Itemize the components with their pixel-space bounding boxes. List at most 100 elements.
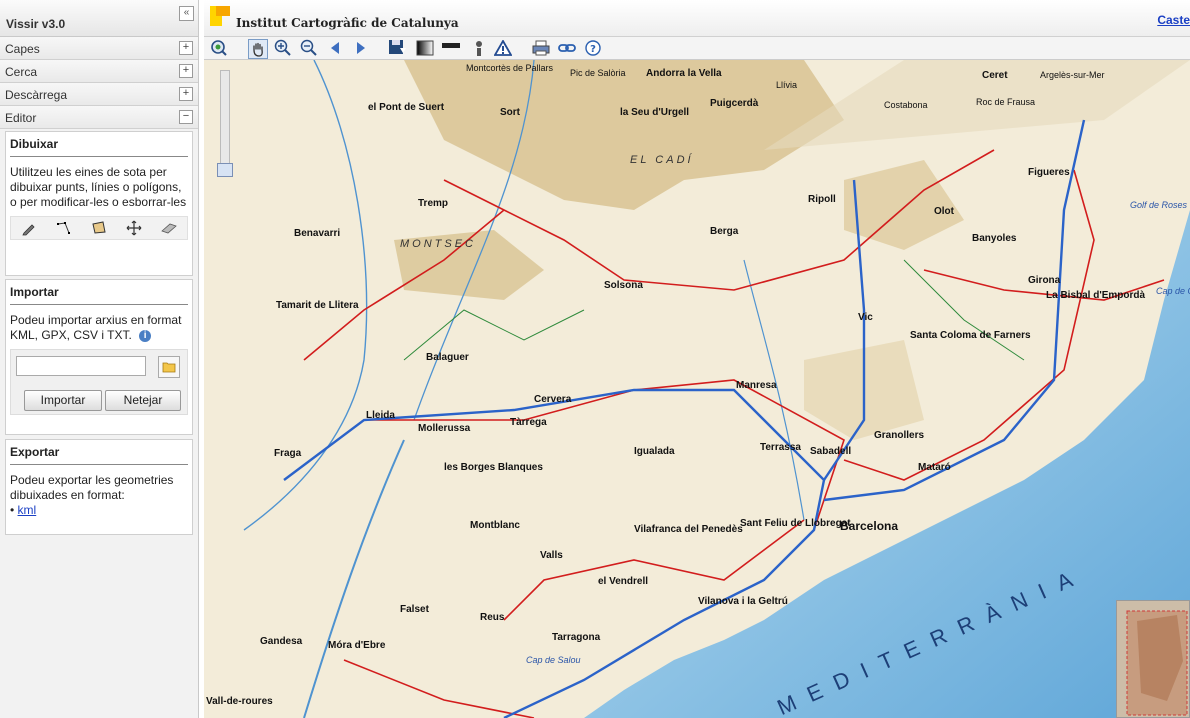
zoom-out-icon[interactable] xyxy=(300,39,318,57)
collapse-sidebar-icon[interactable]: « xyxy=(179,6,194,21)
place-label: Reus xyxy=(480,612,505,623)
top-header: Institut Cartogràfic de Catalunya Caste xyxy=(204,0,1190,37)
section-capes[interactable]: Capes + xyxy=(0,37,198,60)
place-label: Cervera xyxy=(534,394,572,405)
expand-icon[interactable]: + xyxy=(179,64,193,78)
forward-icon[interactable] xyxy=(352,39,370,57)
place-label: Vilanova i la Geltrú xyxy=(698,596,788,607)
zoom-extent-icon[interactable] xyxy=(210,39,228,57)
info-icon[interactable]: i xyxy=(139,329,152,342)
place-label: Vilafranca del Penedès xyxy=(634,524,743,535)
import-panel-text-wrap: Podeu importar arxius en format KML, GPX… xyxy=(10,313,188,343)
place-label: Ripoll xyxy=(808,194,836,205)
place-label: Santa Coloma de Farners xyxy=(910,330,1031,341)
language-link[interactable]: Caste xyxy=(1157,13,1190,27)
expand-icon[interactable]: + xyxy=(179,41,193,55)
map-toolbar: ? xyxy=(204,37,1190,60)
place-label: el Vendrell xyxy=(598,576,649,587)
place-label: Ceret xyxy=(982,70,1008,81)
section-label: Descàrrega xyxy=(5,88,68,102)
place-label: Olot xyxy=(934,206,954,217)
export-panel-title: Exportar xyxy=(10,445,188,465)
gradient-icon[interactable] xyxy=(416,39,434,57)
polygon-icon[interactable] xyxy=(90,219,108,237)
line-bar-icon[interactable] xyxy=(442,39,460,57)
import-panel-title: Importar xyxy=(10,285,188,305)
draw-panel-text: Utilitzeu les eines de sota per dibuixar… xyxy=(10,165,187,209)
place-label: Roc de Frausa xyxy=(976,97,1036,107)
place-label: Sabadell xyxy=(810,446,852,457)
help-icon[interactable]: ? xyxy=(584,39,602,57)
svg-text:?: ? xyxy=(590,44,596,55)
place-label: Golf de Roses xyxy=(1130,200,1188,210)
pencil-icon[interactable] xyxy=(20,219,38,237)
draw-panel-title: Dibuixar xyxy=(10,137,188,157)
zoom-in-icon[interactable] xyxy=(274,39,292,57)
map-canvas xyxy=(204,60,1190,718)
place-label: Berga xyxy=(710,226,739,237)
place-label: Lleida xyxy=(366,410,395,421)
export-format-list: • kml xyxy=(10,503,188,518)
browse-folder-icon[interactable] xyxy=(158,356,180,378)
section-label: Cerca xyxy=(5,65,38,79)
info-icon[interactable] xyxy=(470,39,488,57)
section-descarrega[interactable]: Descàrrega + xyxy=(0,83,198,106)
place-label: Mataró xyxy=(918,462,951,473)
draw-panel: Dibuixar Utilitzeu les eines de sota per… xyxy=(5,131,193,276)
eraser-icon[interactable] xyxy=(160,219,178,237)
export-panel-text: Podeu exportar les geometries dibuixades… xyxy=(10,473,174,502)
place-label: Banyoles xyxy=(972,233,1017,244)
clear-button[interactable]: Netejar xyxy=(105,390,181,411)
save-icon[interactable] xyxy=(388,39,406,57)
place-label: Solsona xyxy=(604,280,643,291)
place-label: Terrassa xyxy=(760,442,801,453)
place-label: la Seu d'Urgell xyxy=(620,107,690,118)
place-label: les Borges Blanques xyxy=(444,462,543,473)
section-cerca[interactable]: Cerca + xyxy=(0,60,198,83)
place-label: Sant Feliu de Llobregat xyxy=(740,518,851,529)
section-editor[interactable]: Editor − xyxy=(0,106,198,129)
import-button[interactable]: Importar xyxy=(24,390,102,411)
place-label: Montblanc xyxy=(470,520,520,531)
place-label: Tremp xyxy=(418,198,449,209)
section-label: Editor xyxy=(5,111,37,125)
place-label: Tàrrega xyxy=(510,417,547,428)
sidebar-header: Vissir v3.0 « xyxy=(0,0,198,37)
region-label: EL CADÍ xyxy=(630,154,694,166)
draw-toolbar xyxy=(10,216,188,240)
place-label: Vic xyxy=(858,312,873,323)
place-label: Girona xyxy=(1028,275,1061,286)
collapse-icon[interactable]: − xyxy=(179,110,193,124)
zoom-slider[interactable] xyxy=(217,70,233,177)
region-label: MONTSEC xyxy=(400,238,476,250)
icc-logo xyxy=(210,6,230,26)
zoom-slider-handle[interactable] xyxy=(217,163,233,177)
place-label: Cap de Salou xyxy=(526,655,581,665)
place-label: el Pont de Suert xyxy=(368,102,445,113)
link-icon[interactable] xyxy=(558,39,576,57)
place-label: Sort xyxy=(500,107,520,118)
place-label: Manresa xyxy=(736,380,777,391)
place-label: Gandesa xyxy=(260,636,303,647)
overview-minimap[interactable] xyxy=(1116,600,1190,718)
pan-hand-icon[interactable] xyxy=(248,39,268,59)
back-icon[interactable] xyxy=(326,39,344,57)
place-label: Granollers xyxy=(874,430,925,441)
kml-export-link[interactable]: kml xyxy=(18,503,37,517)
move-icon[interactable] xyxy=(125,219,143,237)
place-label: Móra d'Ebre xyxy=(328,640,386,651)
app-title: Vissir v3.0 xyxy=(6,17,66,31)
warning-icon[interactable] xyxy=(494,39,512,57)
import-panel: Importar Podeu importar arxius en format… xyxy=(5,279,193,435)
file-path-input[interactable] xyxy=(16,356,146,376)
map-view[interactable]: Montcortès de Pallars Pic de Salòria And… xyxy=(204,60,1190,718)
place-label: Valls xyxy=(540,550,563,561)
place-label: Argelès-sur-Mer xyxy=(1040,70,1105,80)
print-icon[interactable] xyxy=(532,39,550,57)
import-panel-text: Podeu importar arxius en format KML, GPX… xyxy=(10,313,182,342)
polyline-icon[interactable] xyxy=(55,219,73,237)
expand-icon[interactable]: + xyxy=(179,87,193,101)
place-label: Falset xyxy=(400,604,429,615)
place-label: Figueres xyxy=(1028,167,1070,178)
place-label: Cap de Creus xyxy=(1156,286,1190,296)
